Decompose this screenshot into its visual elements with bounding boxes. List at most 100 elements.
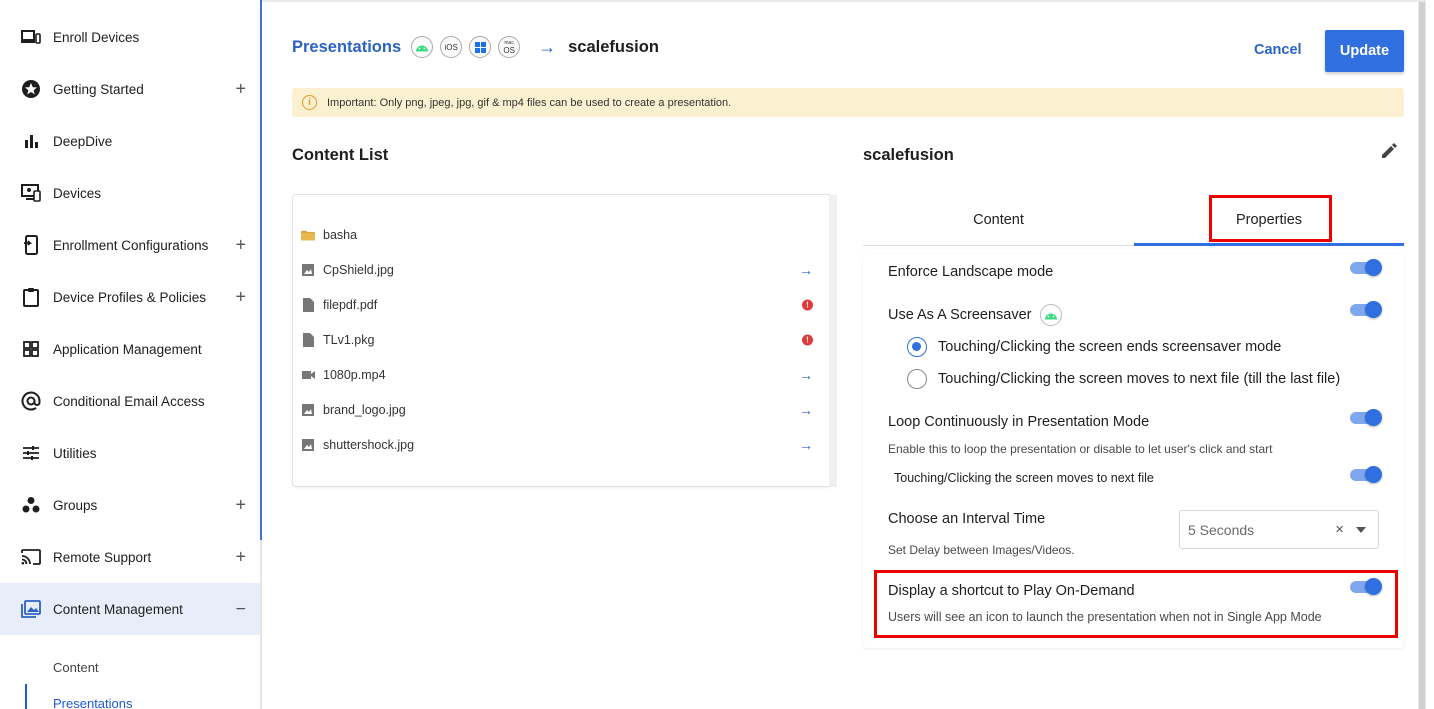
breadcrumb-arrow-icon: → [538,36,557,57]
interval-label: Choose an Interval Time [888,511,1046,527]
expand-plus-icon[interactable]: + [235,547,246,568]
shortcut-description: Users will see an icon to launch the pre… [888,610,1322,624]
document-file-icon [301,298,315,312]
error-icon: ! [802,334,813,346]
tab-properties[interactable]: Properties [1134,194,1404,246]
android-icon [411,36,434,58]
active-tab-indicator [1134,243,1404,246]
list-item[interactable]: CpShield.jpg → [301,258,813,282]
sidebar-item-content-management[interactable]: Content Management − [0,583,260,635]
sidebar-item-devices[interactable]: Devices [0,167,260,219]
list-item[interactable]: basha [301,223,813,247]
sidebar-item-label: Device Profiles & Policies [53,289,207,305]
sidebar-item-application-management[interactable]: Application Management [0,323,260,375]
radio-label: Touching/Clicking the screen moves to ne… [938,371,1341,387]
screensaver-label-text: Use As A Screensaver [888,306,1032,323]
sidebar-item-conditional-email-access[interactable]: Conditional Email Access [0,375,260,427]
clear-icon[interactable]: × [1335,521,1344,538]
collapse-minus-icon[interactable]: − [235,599,246,620]
list-item[interactable]: 1080p.mp4 → [301,363,813,387]
macos-icon: mac OS [498,36,521,58]
breadcrumb: Presentations iOS mac OS → scalefusion [292,36,659,58]
sidebar-item-label: Remote Support [53,549,152,565]
star-icon [20,78,42,100]
interval-select[interactable]: 5 Seconds × [1179,510,1379,549]
image-file-icon [301,438,315,452]
add-arrow-icon[interactable]: → [799,402,813,418]
sidebar-item-label: Application Management [53,341,202,357]
sidebar-item-label: Utilities [53,445,97,461]
sidebar-item-label: Enroll Devices [53,29,140,45]
list-item[interactable]: filepdf.pdf ! [301,293,813,317]
presentation-name: scalefusion [863,146,954,164]
add-arrow-icon[interactable]: → [799,437,813,453]
sliders-icon [20,442,42,464]
radio-button-unchecked[interactable] [907,369,927,389]
chevron-down-icon[interactable] [1356,527,1366,533]
list-item[interactable]: shuttershock.jpg → [301,433,813,457]
sidebar-subitem-presentations[interactable]: Presentations [53,696,133,709]
sidebar-subitem-content[interactable]: Content [53,660,99,675]
cast-icon [20,546,42,568]
sidebar-item-utilities[interactable]: Utilities [0,427,260,479]
screensaver-option-ends[interactable]: Touching/Clicking the screen ends screen… [907,337,1281,357]
content-list-title: Content List [292,146,389,164]
loop-description: Enable this to loop the presentation or … [888,442,1273,456]
expand-plus-icon[interactable]: + [235,235,246,256]
loop-toggle[interactable] [1350,409,1382,426]
sidebar-item-deepdive[interactable]: DeepDive [0,115,260,167]
enforce-landscape-toggle[interactable] [1350,259,1382,276]
update-button[interactable]: Update [1325,30,1404,72]
add-arrow-icon[interactable]: → [799,262,813,278]
sidebar-item-enroll-devices[interactable]: Enroll Devices [0,11,260,63]
list-item-name: shuttershock.jpg [323,438,415,452]
radio-label: Touching/Clicking the screen ends screen… [938,339,1282,355]
sidebar-item-label: Devices [53,185,102,201]
expand-plus-icon[interactable]: + [235,79,246,100]
screensaver-option-next-file[interactable]: Touching/Clicking the screen moves to ne… [907,369,1340,389]
enforce-landscape-label: Enforce Landscape mode [888,264,1054,280]
expand-plus-icon[interactable]: + [235,287,246,308]
list-item-name: brand_logo.jpg [323,403,406,417]
main-content: Presentations iOS mac OS → scalefusion C… [262,0,1426,709]
sidebar-item-label: DeepDive [53,133,113,149]
presentation-tabs: Content Properties [863,194,1404,246]
clipboard-icon [20,286,42,308]
error-icon: ! [802,299,813,311]
list-item[interactable]: brand_logo.jpg → [301,398,813,422]
scrollbar[interactable] [1418,2,1426,709]
scrollbar-thumb[interactable] [1419,2,1425,709]
sidebar-item-groups[interactable]: Groups + [0,479,260,531]
touch-next-toggle[interactable] [1350,466,1382,483]
radio-button-checked[interactable] [907,337,927,357]
sidebar-item-label: Conditional Email Access [53,393,205,409]
sidebar-item-enrollment-configurations[interactable]: Enrollment Configurations + [0,219,260,271]
sidebar-item-remote-support[interactable]: Remote Support + [0,531,260,583]
loop-label: Loop Continuously in Presentation Mode [888,414,1150,430]
add-arrow-icon[interactable]: → [799,367,813,383]
content-list: basha CpShield.jpg → filepdf.pdf ! TLv1.… [292,194,837,487]
expand-plus-icon[interactable]: + [235,495,246,516]
screensaver-toggle[interactable] [1350,301,1382,318]
important-notice: i Important: Only png, jpeg, jpg, gif & … [292,88,1404,117]
devices-icon [20,182,42,204]
sidebar-item-device-profiles[interactable]: Device Profiles & Policies + [0,271,260,323]
sidebar-item-getting-started[interactable]: Getting Started + [0,63,260,115]
sidebar-item-label: Groups [53,497,98,513]
breadcrumb-presentations-link[interactable]: Presentations [292,38,401,57]
sidebar: Enroll Devices Getting Started + DeepDiv… [0,0,262,709]
cancel-button[interactable]: Cancel [1254,42,1302,58]
active-indicator [25,684,27,709]
folder-icon [301,228,315,242]
list-item-name: basha [323,228,358,242]
image-file-icon [301,263,315,277]
list-item-name: CpShield.jpg [323,263,394,277]
edit-pencil-icon[interactable] [1380,142,1398,165]
list-item[interactable]: TLv1.pkg ! [301,328,813,352]
sidebar-item-label: Enrollment Configurations [53,237,209,253]
android-icon [1040,304,1063,326]
shortcut-toggle[interactable] [1350,578,1382,595]
tab-content[interactable]: Content [863,194,1134,246]
bar-chart-icon [20,130,42,152]
enrollment-config-icon [20,234,42,256]
